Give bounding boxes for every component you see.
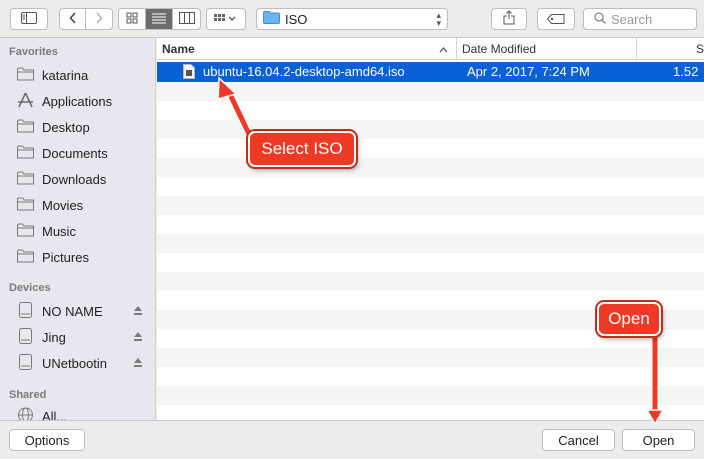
empty-row — [157, 120, 704, 139]
sidebar-icon — [21, 11, 37, 27]
sidebar-item-label: Jing — [42, 329, 66, 345]
disk-image-icon — [183, 64, 195, 82]
sidebar-section-devices: Devices — [9, 282, 51, 294]
folder-icon — [17, 197, 34, 214]
sidebar-item-downloads[interactable]: Downloads — [17, 168, 147, 190]
applications-icon — [17, 92, 34, 111]
search-field[interactable]: Search — [583, 8, 697, 30]
empty-row — [157, 234, 704, 253]
empty-row — [157, 82, 704, 101]
sidebar-item-all[interactable]: All... — [17, 405, 147, 420]
sidebar-item-label: Pictures — [42, 249, 89, 265]
sidebar-item-unetbootin[interactable]: UNetbootin — [17, 352, 147, 374]
annotation-open: Open — [597, 302, 661, 336]
drive-icon — [17, 353, 34, 373]
sidebar-item-label: Downloads — [42, 171, 107, 187]
annotation-select-iso: Select ISO — [248, 131, 356, 167]
file-date: Apr 2, 2017, 7:24 PM — [467, 64, 590, 79]
empty-row — [157, 158, 704, 177]
grid-icon — [126, 12, 138, 27]
sidebar-item-label: All... — [42, 408, 68, 421]
sidebar-item-desktop[interactable]: Desktop — [17, 116, 147, 138]
empty-row — [157, 196, 704, 215]
column-title: Date Modified — [462, 42, 537, 56]
file-name: ubuntu-16.04.2-desktop-amd64.iso — [203, 64, 405, 79]
sidebar-item-music[interactable]: Music — [17, 220, 147, 242]
column-header-name[interactable]: Name — [157, 38, 457, 60]
eject-icon[interactable] — [133, 330, 143, 345]
folder-icon — [17, 171, 34, 188]
file-size: 1.52 — [673, 64, 699, 79]
sidebar-item-label: Applications — [42, 93, 113, 109]
network-icon — [17, 407, 34, 420]
sidebar-item-pictures[interactable]: Pictures — [17, 246, 147, 268]
file-list: Name Date Modified S ubuntu-16.04.2-desk… — [157, 38, 704, 420]
sidebar-item-applications[interactable]: Applications — [17, 90, 147, 112]
search-placeholder: Search — [611, 11, 653, 27]
arrange-grid-icon — [214, 12, 238, 27]
sidebar-item-label: Documents — [42, 145, 108, 161]
sidebar-item-label: katarina — [42, 67, 89, 83]
table-row[interactable]: ubuntu-16.04.2-desktop-amd64.iso Apr 2, … — [157, 62, 704, 82]
view-mode-control — [118, 8, 201, 30]
arrange-button[interactable] — [206, 8, 246, 30]
sidebar-section-shared: Shared — [9, 389, 47, 401]
back-button[interactable] — [60, 9, 86, 29]
drive-icon — [17, 327, 34, 347]
sidebar-item-katarina[interactable]: katarina — [17, 64, 147, 86]
chevron-up-icon — [439, 42, 448, 56]
column-title: S — [695, 42, 704, 56]
share-button[interactable] — [491, 8, 527, 30]
column-header: Name Date Modified S — [157, 38, 704, 60]
toolbar: ISO ▴ ▾ Search — [0, 0, 704, 38]
empty-row — [157, 348, 704, 367]
share-icon — [503, 10, 515, 28]
bottom-bar: Options Cancel Open — [0, 420, 704, 459]
tag-button[interactable] — [537, 8, 575, 30]
column-view-button[interactable] — [173, 9, 200, 29]
sidebar-item-documents[interactable]: Documents — [17, 142, 147, 164]
list-icon — [152, 12, 166, 27]
tag-icon — [546, 12, 565, 27]
column-header-date[interactable]: Date Modified — [457, 38, 637, 60]
empty-row — [157, 386, 704, 405]
location-popup[interactable]: ISO ▴ ▾ — [256, 8, 448, 30]
cancel-button[interactable]: Cancel — [542, 429, 615, 451]
sidebar-item-label: NO NAME — [42, 303, 103, 319]
drive-icon — [17, 301, 34, 321]
folder-icon — [17, 119, 34, 136]
chevron-left-icon — [68, 11, 77, 27]
chevron-right-icon — [95, 11, 103, 27]
columns-icon — [178, 11, 195, 27]
options-button[interactable]: Options — [9, 429, 85, 451]
sidebar-item-label: Desktop — [42, 119, 90, 135]
sidebar: Favorites katarina Applications Desktop … — [0, 38, 156, 420]
search-icon — [594, 11, 607, 27]
column-title: Name — [162, 42, 195, 56]
sidebar-item-no-name[interactable]: NO NAME — [17, 300, 147, 322]
folder-icon — [17, 249, 34, 266]
sidebar-item-movies[interactable]: Movies — [17, 194, 147, 216]
eject-icon[interactable] — [133, 304, 143, 319]
folder-icon — [17, 67, 34, 84]
icon-view-button[interactable] — [119, 9, 146, 29]
updown-chevron-icon: ▴ ▾ — [436, 10, 441, 28]
sidebar-toggle-button[interactable] — [10, 8, 48, 30]
empty-row — [157, 272, 704, 291]
folder-icon — [263, 11, 280, 27]
sidebar-item-jing[interactable]: Jing — [17, 326, 147, 348]
folder-icon — [17, 145, 34, 162]
sidebar-item-label: Movies — [42, 197, 84, 213]
sidebar-section-favorites: Favorites — [9, 46, 58, 58]
column-header-size[interactable]: S — [637, 38, 704, 60]
eject-icon[interactable] — [133, 356, 143, 371]
sidebar-item-label: Music — [42, 223, 76, 239]
back-forward-control — [59, 8, 113, 30]
forward-button[interactable] — [86, 9, 112, 29]
open-button[interactable]: Open — [622, 429, 695, 451]
sidebar-item-label: UNetbootin — [42, 355, 108, 371]
location-label: ISO — [285, 11, 308, 27]
folder-icon — [17, 223, 34, 240]
list-view-button[interactable] — [146, 9, 173, 29]
